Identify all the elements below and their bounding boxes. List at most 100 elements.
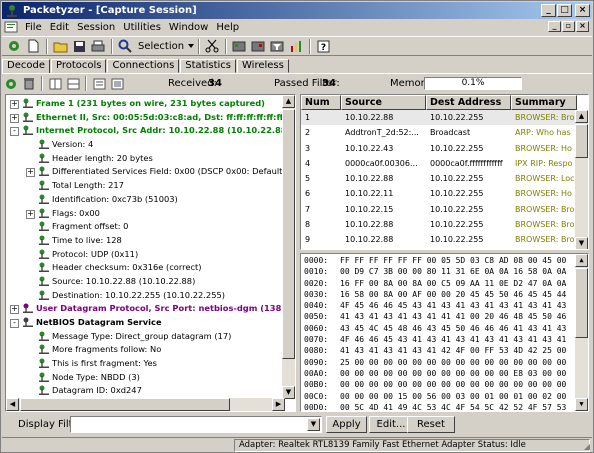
hex-row[interactable]: 0020: 16 FF 00 8A 00 8A 00 C5 09 AA 11 0E… xyxy=(301,278,577,289)
tree-node-field[interactable]: Datagram ID: 0xd247 xyxy=(6,384,286,398)
capture-options-button[interactable] xyxy=(230,38,248,55)
child-restore-button[interactable]: ▫ xyxy=(562,21,575,32)
minimize-button[interactable]: _ xyxy=(541,4,556,17)
tree-node-field[interactable]: Header length: 20 bytes xyxy=(6,152,286,166)
packet-row[interactable]: 2 AddtronT_2d:52:... Broadcast ARP: Who has xyxy=(301,125,577,140)
collapse-icon[interactable]: - xyxy=(10,319,19,328)
layout-split-button[interactable] xyxy=(46,75,64,92)
tab-connections[interactable]: Connections xyxy=(107,59,180,73)
packet-row[interactable]: 5 10.10.22.88 10.10.22.255 BROWSER: Loc xyxy=(301,171,577,186)
expand-icon[interactable]: + xyxy=(10,113,19,123)
column-header-summary[interactable]: Summary xyxy=(511,95,577,110)
scroll-up-icon[interactable]: ▲ xyxy=(575,254,588,267)
packet-row[interactable]: 9 10.10.22.88 10.10.22.255 BROWSER: Bro xyxy=(301,232,577,247)
hex-row[interactable]: 0010: 00 D9 C7 3B 00 00 80 11 31 6E 0A 0A… xyxy=(301,266,577,277)
resize-grip-icon[interactable]: ◢ xyxy=(584,442,590,451)
scroll-down-icon[interactable]: ▼ xyxy=(575,237,588,249)
hex-row[interactable]: 00D0: 00 5C 4D 41 49 4C 53 4C 4F 54 5C 42… xyxy=(301,402,577,411)
hex-row[interactable]: 00A0: 00 00 00 00 00 00 00 00 00 00 00 00… xyxy=(301,368,577,379)
tree-vertical-scrollbar[interactable]: ▲ ▼ xyxy=(282,95,295,399)
menu-edit[interactable]: Edit xyxy=(46,22,73,33)
menu-utilities[interactable]: Utilities xyxy=(119,22,165,33)
tree-horizontal-scrollbar[interactable]: ◀ ▶ xyxy=(6,398,285,411)
scroll-thumb[interactable] xyxy=(575,268,588,338)
tree-node-protocol[interactable]: - NetBIOS Datagram Service xyxy=(6,316,286,330)
menu-help[interactable]: Help xyxy=(212,22,243,33)
tree-node-field[interactable]: Source: 10.10.22.88 (10.10.22.88) xyxy=(6,275,286,289)
column-header-source[interactable]: Source Address xyxy=(341,95,426,121)
hex-row[interactable]: 0090: 25 00 00 00 00 00 00 00 00 00 00 00… xyxy=(301,357,577,368)
filters-button[interactable] xyxy=(268,38,286,55)
cut-button[interactable] xyxy=(203,38,221,55)
hex-row[interactable]: 0040: 4F 45 46 46 45 43 41 43 41 43 41 43… xyxy=(301,300,577,311)
hex-row[interactable]: 0030: 16 58 00 8A 00 AF 00 00 20 45 45 50… xyxy=(301,289,577,300)
tree-node-field[interactable]: Fragment offset: 0 xyxy=(6,220,286,234)
start-capture-button[interactable] xyxy=(5,38,23,55)
scroll-down-icon[interactable]: ▼ xyxy=(575,398,588,411)
save-button[interactable] xyxy=(70,38,88,55)
hex-row[interactable]: 0060: 43 45 4C 45 48 46 43 45 50 46 46 46… xyxy=(301,323,577,334)
tree-node-field[interactable]: This is first fragment: Yes xyxy=(6,357,286,371)
tab-statistics[interactable]: Statistics xyxy=(180,59,236,73)
tree-node-field[interactable]: Identification: 0xc73b (51003) xyxy=(6,193,286,207)
menu-session[interactable]: Session xyxy=(73,22,119,33)
packet-list-scrollbar[interactable]: ▲ ▼ xyxy=(575,110,588,249)
packet-row[interactable]: 1 10.10.22.88 10.10.22.255 BROWSER: Bro xyxy=(301,110,577,126)
scroll-right-icon[interactable]: ▶ xyxy=(272,398,285,411)
maximize-button[interactable]: □ xyxy=(557,4,572,17)
apply-button[interactable]: Apply xyxy=(326,416,367,433)
tree-node-field[interactable]: Time to live: 128 xyxy=(6,234,286,248)
tree-node-field[interactable]: Total Length: 217 xyxy=(6,179,286,193)
child-close-button[interactable]: × xyxy=(576,21,589,32)
hex-row[interactable]: 00C0: 00 00 00 00 15 00 56 00 03 00 01 00… xyxy=(301,391,577,402)
tree-node-field[interactable]: Version: 4 xyxy=(6,138,286,152)
tree-node-protocol[interactable]: + User Datagram Protocol, Src Port: netbi… xyxy=(6,302,286,316)
scroll-thumb[interactable] xyxy=(575,124,588,158)
tree-node-field[interactable]: + Flags: 0x00 xyxy=(6,207,286,221)
column-header-num[interactable]: Num xyxy=(301,95,341,110)
hex-row[interactable]: 0070: 4F 46 46 45 43 41 43 41 43 41 43 41… xyxy=(301,334,577,345)
help-button[interactable]: ? xyxy=(314,38,332,55)
child-minimize-button[interactable]: _ xyxy=(548,21,561,32)
packet-row[interactable]: 6 10.10.22.11 10.10.22.255 BROWSER: Ho xyxy=(301,186,577,201)
packet-row[interactable]: 7 10.10.22.15 10.10.22.255 BROWSER: Bro xyxy=(301,202,577,217)
hex-row[interactable]: 00B0: 00 00 00 00 00 00 00 00 00 00 00 00… xyxy=(301,379,577,390)
statistics-button[interactable] xyxy=(287,38,305,55)
reset-button[interactable]: Reset xyxy=(407,416,455,433)
packet-row[interactable]: 4 0000ca0f.00306... 0000ca0f.ffffffffffff I… xyxy=(301,156,577,171)
tree-node-field[interactable]: Protocol: UDP (0x11) xyxy=(6,248,286,262)
find-button[interactable] xyxy=(116,38,134,55)
capture-start-button[interactable] xyxy=(2,75,20,92)
expand-icon[interactable]: + xyxy=(10,305,19,315)
tab-protocols[interactable]: Protocols xyxy=(50,59,107,73)
packet-row[interactable]: 8 10.10.22.88 10.10.22.255 BROWSER: Bro xyxy=(301,217,577,232)
expand-icon[interactable]: + xyxy=(26,168,35,178)
tab-decode[interactable]: Decode xyxy=(2,59,50,74)
expand-icon[interactable]: + xyxy=(10,100,19,109)
scroll-left-icon[interactable]: ◀ xyxy=(6,398,19,411)
print-button[interactable] xyxy=(89,38,107,55)
column-header-dest[interactable]: Dest Address xyxy=(426,95,511,110)
scroll-thumb[interactable] xyxy=(282,109,295,359)
dropdown-arrow-icon[interactable] xyxy=(187,42,195,50)
detail-view-button[interactable] xyxy=(108,75,126,92)
expand-icon[interactable]: + xyxy=(26,209,35,219)
tree-node-field[interactable]: Header checksum: 0x316e (correct) xyxy=(6,261,286,275)
clear-buffer-button[interactable] xyxy=(20,75,38,92)
display-filter-input[interactable]: ▼ xyxy=(70,416,322,433)
title-bar[interactable]: Packetyzer - [Capture Session] _ □ × xyxy=(2,2,592,19)
scroll-thumb[interactable] xyxy=(20,398,230,411)
tree-node-field[interactable]: Node Type: NBDD (3) xyxy=(6,371,286,385)
hex-row[interactable]: 0050: 41 43 41 43 41 43 41 41 41 00 20 46… xyxy=(301,311,577,322)
selection-label[interactable]: Selection xyxy=(135,41,187,52)
scroll-up-icon[interactable]: ▲ xyxy=(282,95,295,108)
layout-stack-button[interactable] xyxy=(64,75,82,92)
tree-node-field[interactable]: Destination: 10.10.22.255 (10.10.22.255) xyxy=(6,289,286,303)
tree-node-field[interactable]: Message Type: Direct_group datagram (17) xyxy=(6,330,286,344)
document-icon[interactable] xyxy=(4,21,18,33)
scroll-up-icon[interactable]: ▲ xyxy=(575,110,588,123)
close-button[interactable]: × xyxy=(575,4,590,17)
hex-row[interactable]: 0000: FF FF FF FF FF FF 00 05 5D 03 C8 AD… xyxy=(301,255,577,266)
collapse-icon[interactable]: - xyxy=(10,127,19,137)
tab-wireless[interactable]: Wireless xyxy=(237,59,289,73)
